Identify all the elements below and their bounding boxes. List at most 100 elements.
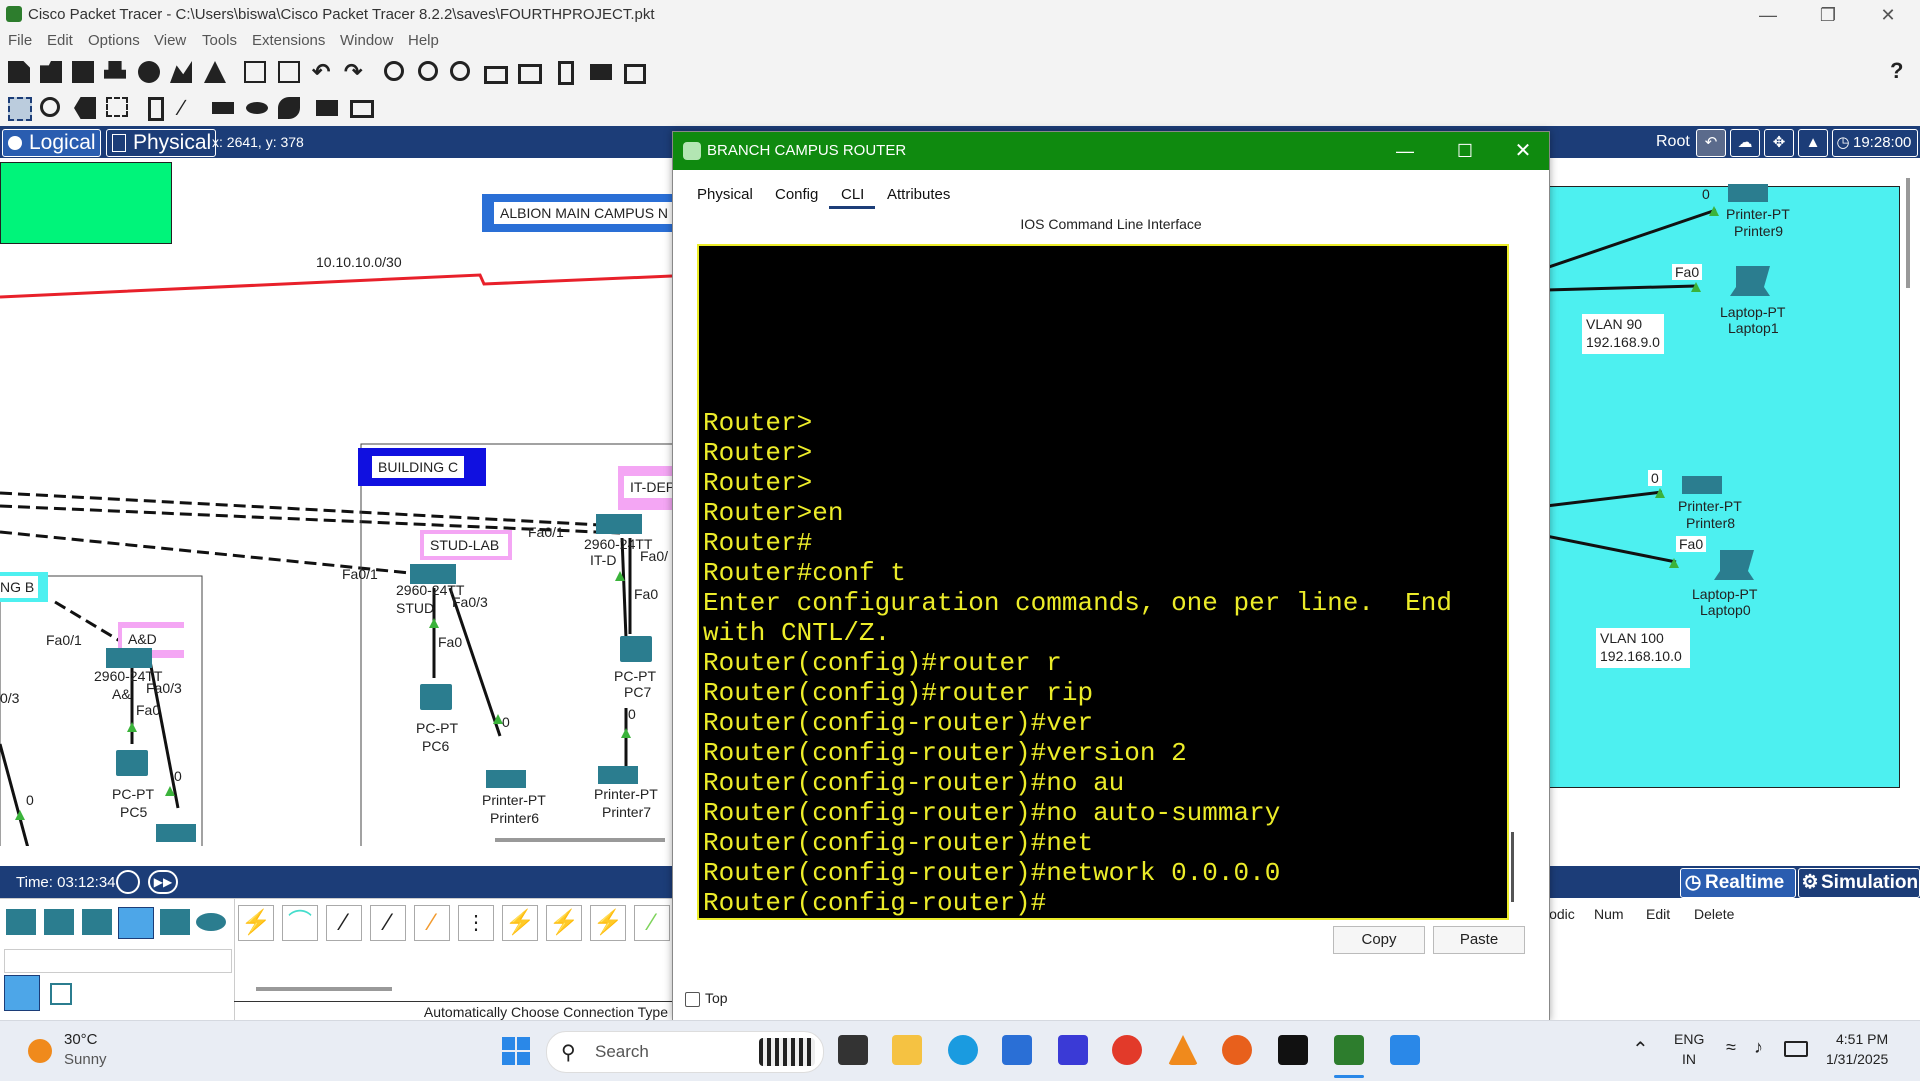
redo-icon[interactable]: ↷ xyxy=(344,61,366,83)
terminal-scrollbar[interactable] xyxy=(1511,832,1514,902)
drawing-palette-icon[interactable] xyxy=(484,66,508,84)
windows-start-icon[interactable] xyxy=(502,1037,530,1065)
menu-file[interactable]: File xyxy=(8,32,32,49)
octal-cable-icon[interactable]: ∕ xyxy=(634,905,670,941)
complex-pdu-icon[interactable] xyxy=(350,100,374,118)
printer7-icon[interactable] xyxy=(598,766,638,784)
menu-options[interactable]: Options xyxy=(88,32,140,49)
inspect-icon[interactable] xyxy=(40,97,60,117)
packet-tracer-icon[interactable] xyxy=(1334,1035,1364,1065)
crossover-cable-icon[interactable]: ∕ xyxy=(370,905,406,941)
language-region[interactable]: IN xyxy=(1682,1051,1696,1067)
event-col-periodic[interactable]: iodic xyxy=(1546,906,1575,922)
event-col-num[interactable]: Num xyxy=(1594,906,1624,922)
paste-button[interactable]: Paste xyxy=(1433,926,1525,954)
pc5-icon[interactable] xyxy=(116,750,148,776)
pc7-icon[interactable] xyxy=(620,636,652,662)
copy-icon[interactable] xyxy=(244,61,266,83)
printer9-icon[interactable] xyxy=(1728,184,1768,202)
new-file-icon[interactable] xyxy=(8,61,30,83)
weather-desc[interactable]: Sunny xyxy=(64,1051,107,1068)
logical-workspace[interactable]: ALBION MAIN CAMPUS N 10.10.10.0/30 BUILD… xyxy=(0,158,672,846)
serial-dce-icon[interactable]: ⚡ xyxy=(546,905,582,941)
straight-cable-icon[interactable]: ∕ xyxy=(326,905,362,941)
simulation-button[interactable]: ⚙ Simulation xyxy=(1798,868,1920,898)
components-icon[interactable] xyxy=(82,909,112,935)
clock-time-taskbar[interactable]: 4:51 PM xyxy=(1836,1031,1888,1047)
help-icon[interactable]: ? xyxy=(1890,58,1903,84)
save-icon[interactable] xyxy=(72,61,94,83)
tab-config[interactable]: Config xyxy=(775,186,818,203)
menu-extensions[interactable]: Extensions xyxy=(252,32,325,49)
chrome-icon[interactable] xyxy=(1112,1035,1142,1065)
store-icon[interactable] xyxy=(1002,1035,1032,1065)
albion-label-box[interactable]: ALBION MAIN CAMPUS N xyxy=(482,194,672,232)
console-cable-icon[interactable]: ⌒ xyxy=(282,905,318,941)
open-folder-icon[interactable] xyxy=(40,61,62,83)
task-view-icon[interactable] xyxy=(838,1035,868,1065)
grid-icon[interactable] xyxy=(50,983,72,1005)
tab-attributes[interactable]: Attributes xyxy=(887,186,950,203)
info-icon[interactable] xyxy=(138,61,160,83)
volume-icon[interactable]: ♪ xyxy=(1754,1037,1763,1058)
phone-cable-icon[interactable]: ⋮ xyxy=(458,905,494,941)
building-b-box[interactable]: NG B xyxy=(0,572,48,602)
zoom-in-icon[interactable] xyxy=(384,61,404,81)
network-devices-icon[interactable] xyxy=(6,909,36,935)
menu-edit[interactable]: Edit xyxy=(47,32,73,49)
it-dep-box[interactable]: IT-DEP xyxy=(618,466,672,510)
building-c-box[interactable]: BUILDING C xyxy=(358,448,486,486)
laptop0-icon[interactable] xyxy=(1714,550,1754,580)
tab-physical-device[interactable]: Physical xyxy=(697,186,753,203)
realtime-button[interactable]: ◷ Realtime xyxy=(1680,868,1796,898)
tab-cli[interactable]: CLI xyxy=(841,186,864,203)
event-col-edit[interactable]: Edit xyxy=(1646,906,1670,922)
cli-terminal[interactable]: Router> Router> Router> Router>en Router… xyxy=(697,244,1509,920)
activity-wizard-icon[interactable] xyxy=(204,61,226,83)
menu-help[interactable]: Help xyxy=(408,32,439,49)
serial-dte-icon[interactable]: ⚡ xyxy=(590,905,626,941)
cloud-icon[interactable]: ☁ xyxy=(1730,129,1760,157)
menu-tools[interactable]: Tools xyxy=(202,32,237,49)
sun-icon[interactable] xyxy=(28,1039,52,1063)
power-cycle-icon[interactable] xyxy=(116,870,140,894)
vlan100-box[interactable]: VLAN 100 192.168.10.0 xyxy=(1596,628,1690,668)
copy-button[interactable]: Copy xyxy=(1333,926,1425,954)
back-icon[interactable]: ↶ xyxy=(1696,129,1726,157)
firefox-icon[interactable] xyxy=(1222,1035,1252,1065)
dialog-maximize-button[interactable]: ☐ xyxy=(1445,136,1485,166)
printer6-icon[interactable] xyxy=(486,770,526,788)
taskbar-search-box[interactable]: ⚲ Search xyxy=(546,1031,824,1073)
auto-connection-icon[interactable]: ⚡ xyxy=(238,905,274,941)
file-explorer-icon[interactable] xyxy=(892,1035,922,1065)
paste-icon[interactable] xyxy=(278,61,300,83)
draw-line-icon[interactable]: ∕ xyxy=(180,97,202,119)
place-note-icon[interactable] xyxy=(148,97,164,121)
right-workspace[interactable]: Printer-PT Printer9 0 Laptop-PT Laptop1 … xyxy=(1546,158,1920,846)
custom-device-icon[interactable] xyxy=(518,64,542,84)
delete-icon[interactable] xyxy=(74,97,96,119)
fiber-cable-icon[interactable]: ∕ xyxy=(414,905,450,941)
move-icon[interactable]: ✥ xyxy=(1764,129,1794,157)
network-info-icon[interactable] xyxy=(590,64,612,80)
switch-it-icon[interactable] xyxy=(596,514,642,534)
draw-ellipse-icon[interactable] xyxy=(246,102,268,114)
printer8-icon[interactable] xyxy=(1682,476,1722,494)
green-area[interactable] xyxy=(0,162,172,244)
wifi-icon[interactable]: ≈ xyxy=(1726,1037,1736,1058)
dialog-title-bar[interactable]: BRANCH CAMPUS ROUTER — ☐ ✕ xyxy=(673,132,1549,170)
minimize-button[interactable]: — xyxy=(1740,0,1796,30)
zoom-reset-icon[interactable] xyxy=(418,61,438,81)
device-search[interactable] xyxy=(4,949,232,973)
multiuser-icon[interactable] xyxy=(196,913,226,931)
screenshot-icon[interactable] xyxy=(624,64,646,84)
notion-icon[interactable] xyxy=(1278,1035,1308,1065)
dialog-close-button[interactable]: ✕ xyxy=(1503,136,1543,166)
print-icon[interactable] xyxy=(104,61,126,79)
edge-icon[interactable] xyxy=(948,1035,978,1065)
top-checkbox[interactable] xyxy=(685,992,700,1007)
laptop1-icon[interactable] xyxy=(1730,266,1770,296)
panel-scrollbar[interactable] xyxy=(256,987,392,991)
fast-forward-icon[interactable]: ▶▶ xyxy=(148,870,178,894)
notepad-icon[interactable] xyxy=(1390,1035,1420,1065)
